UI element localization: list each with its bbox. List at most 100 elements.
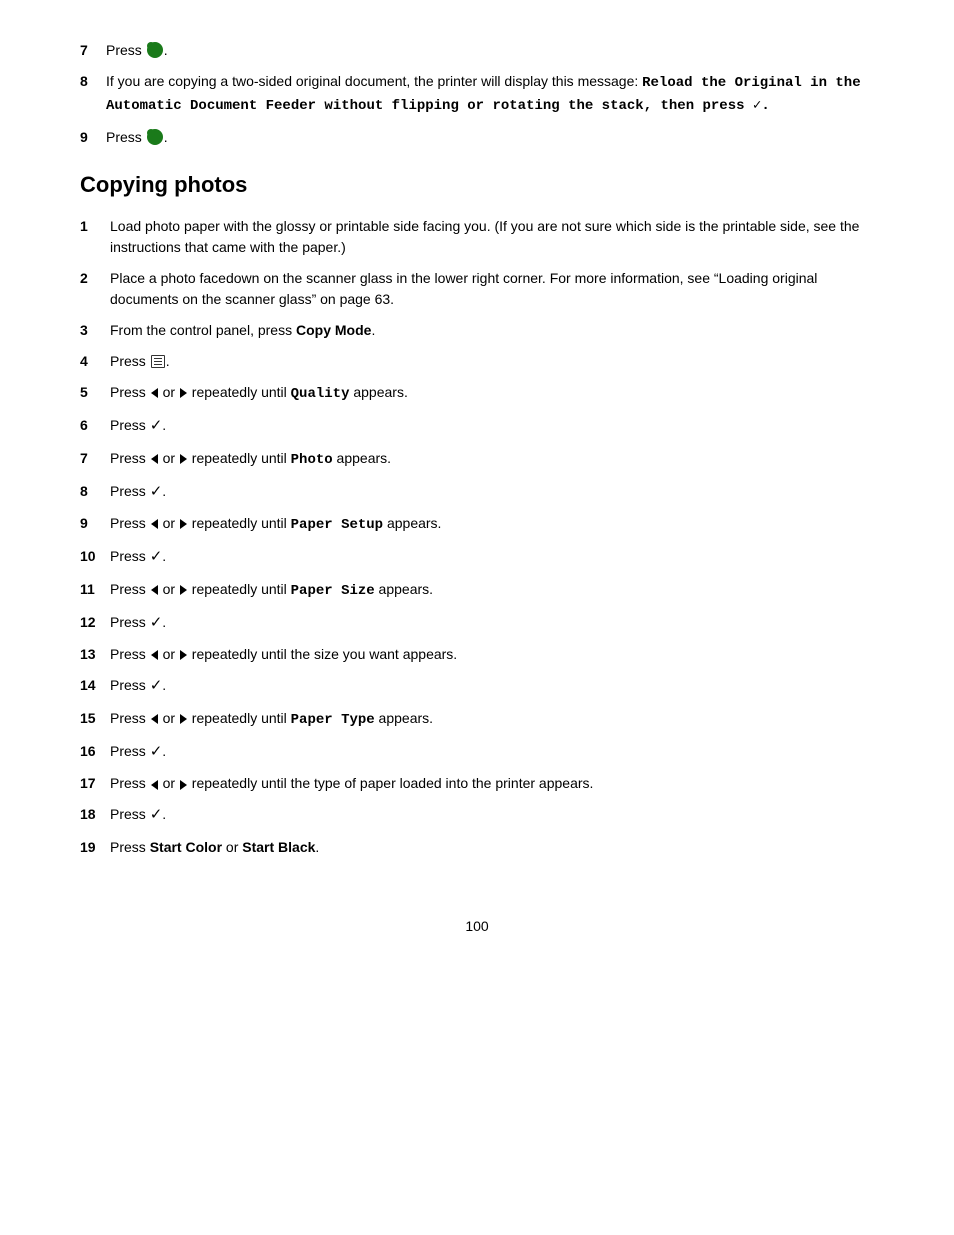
- step-13: 13 Press or repeatedly until the size yo…: [80, 644, 874, 665]
- cont-step-9: 9 Press .: [80, 127, 874, 148]
- step-9: 9 Press or repeatedly until Paper Setup …: [80, 513, 874, 536]
- step-number: 19: [80, 837, 110, 858]
- step-18: 18 Press ✓.: [80, 804, 874, 827]
- photo-label: Photo: [291, 450, 333, 466]
- step-2: 2 Place a photo facedown on the scanner …: [80, 268, 874, 310]
- step-text: From the control panel, press Copy Mode.: [110, 320, 874, 341]
- step-text: Press or repeatedly until the type of pa…: [110, 773, 874, 794]
- step-number: 10: [80, 546, 110, 569]
- step-number: 1: [80, 216, 110, 258]
- section-title: Copying photos: [80, 172, 874, 198]
- step-17: 17 Press or repeatedly until the type of…: [80, 773, 874, 794]
- cont-step-8: 8 If you are copying a two-sided origina…: [80, 71, 874, 117]
- step-19: 19 Press Start Color or Start Black.: [80, 837, 874, 858]
- step-text: Press or repeatedly until Paper Size app…: [110, 579, 874, 602]
- step-text: Press or repeatedly until Photo appears.: [110, 448, 874, 471]
- page-number: 100: [80, 918, 874, 934]
- step-number: 3: [80, 320, 110, 341]
- green-button-icon: [147, 129, 163, 145]
- step-text: Press or repeatedly until Paper Type app…: [110, 708, 874, 731]
- arrow-left-icon: [151, 519, 158, 529]
- step-text: Press ✓.: [110, 804, 874, 827]
- step-number: 17: [80, 773, 110, 794]
- continuation-steps: 7 Press . 8 If you are copying a two-sid…: [80, 40, 874, 148]
- main-steps-list: 1 Load photo paper with the glossy or pr…: [80, 216, 874, 858]
- step-number: 8: [80, 481, 110, 504]
- step-number: 12: [80, 612, 110, 635]
- checkmark-icon: ✓: [150, 804, 163, 827]
- checkmark-icon: ✓: [150, 415, 163, 438]
- step-7: 7 Press or repeatedly until Photo appear…: [80, 448, 874, 471]
- arrow-right-icon: [180, 519, 187, 529]
- step-text: Load photo paper with the glossy or prin…: [110, 216, 874, 258]
- arrow-right-icon: [180, 714, 187, 724]
- step-text: Press ✓.: [110, 481, 874, 504]
- step-5: 5 Press or repeatedly until Quality appe…: [80, 382, 874, 405]
- step-number: 9: [80, 127, 106, 148]
- arrow-left-icon: [151, 780, 158, 790]
- step-text: Place a photo facedown on the scanner gl…: [110, 268, 874, 310]
- step-text: Press or repeatedly until Paper Setup ap…: [110, 513, 874, 536]
- step-number: 7: [80, 40, 106, 61]
- arrow-right-icon: [180, 388, 187, 398]
- step-6: 6 Press ✓.: [80, 415, 874, 438]
- step-1: 1 Load photo paper with the glossy or pr…: [80, 216, 874, 258]
- step-8: 8 Press ✓.: [80, 481, 874, 504]
- checkmark-icon: ✓: [150, 675, 163, 698]
- cont-step-7: 7 Press .: [80, 40, 874, 61]
- reload-message: Reload the Original in the Automatic Doc…: [106, 75, 861, 114]
- step-text: Press ✓.: [110, 612, 874, 635]
- start-black-label: Start Black: [242, 839, 315, 855]
- arrow-right-icon: [180, 780, 187, 790]
- arrow-right-icon: [180, 585, 187, 595]
- start-color-label: Start Color: [150, 839, 222, 855]
- paper-setup-label: Paper Setup: [291, 517, 383, 533]
- step-10: 10 Press ✓.: [80, 546, 874, 569]
- arrow-left-icon: [151, 388, 158, 398]
- paper-type-label: Paper Type: [291, 712, 375, 728]
- step-4: 4 Press .: [80, 351, 874, 372]
- paper-size-label: Paper Size: [291, 583, 375, 599]
- step-text: Press or repeatedly until Quality appear…: [110, 382, 874, 405]
- copy-mode-label: Copy Mode: [296, 322, 371, 338]
- checkmark-icon: ✓: [150, 481, 163, 504]
- step-text: Press ✓.: [110, 415, 874, 438]
- step-number: 2: [80, 268, 110, 310]
- step-16: 16 Press ✓.: [80, 741, 874, 764]
- checkmark-icon: ✓: [150, 546, 163, 569]
- quality-label: Quality: [291, 386, 350, 402]
- step-number: 15: [80, 708, 110, 731]
- step-number: 18: [80, 804, 110, 827]
- step-number: 4: [80, 351, 110, 372]
- arrow-left-icon: [151, 650, 158, 660]
- step-number: 6: [80, 415, 110, 438]
- step-15: 15 Press or repeatedly until Paper Type …: [80, 708, 874, 731]
- step-text: If you are copying a two-sided original …: [106, 71, 874, 117]
- arrow-right-icon: [180, 454, 187, 464]
- step-text: Press or repeatedly until the size you w…: [110, 644, 874, 665]
- arrow-left-icon: [151, 454, 158, 464]
- arrow-left-icon: [151, 585, 158, 595]
- step-text: Press .: [106, 40, 874, 61]
- step-text: Press ✓.: [110, 741, 874, 764]
- step-number: 9: [80, 513, 110, 536]
- step-number: 14: [80, 675, 110, 698]
- step-text: Press .: [110, 351, 874, 372]
- step-number: 5: [80, 382, 110, 405]
- checkmark-icon: ✓: [150, 612, 163, 635]
- step-3: 3 From the control panel, press Copy Mod…: [80, 320, 874, 341]
- arrow-right-icon: [180, 650, 187, 660]
- step-11: 11 Press or repeatedly until Paper Size …: [80, 579, 874, 602]
- step-text: Press .: [106, 127, 874, 148]
- menu-button-icon: [151, 355, 165, 368]
- step-number: 11: [80, 579, 110, 602]
- step-text: Press Start Color or Start Black.: [110, 837, 874, 858]
- green-button-icon: [147, 42, 163, 58]
- step-text: Press ✓.: [110, 675, 874, 698]
- page-content: 7 Press . 8 If you are copying a two-sid…: [80, 40, 874, 934]
- step-number: 16: [80, 741, 110, 764]
- checkmark-icon: ✓: [150, 741, 163, 764]
- arrow-left-icon: [151, 714, 158, 724]
- step-number: 7: [80, 448, 110, 471]
- step-number: 8: [80, 71, 106, 92]
